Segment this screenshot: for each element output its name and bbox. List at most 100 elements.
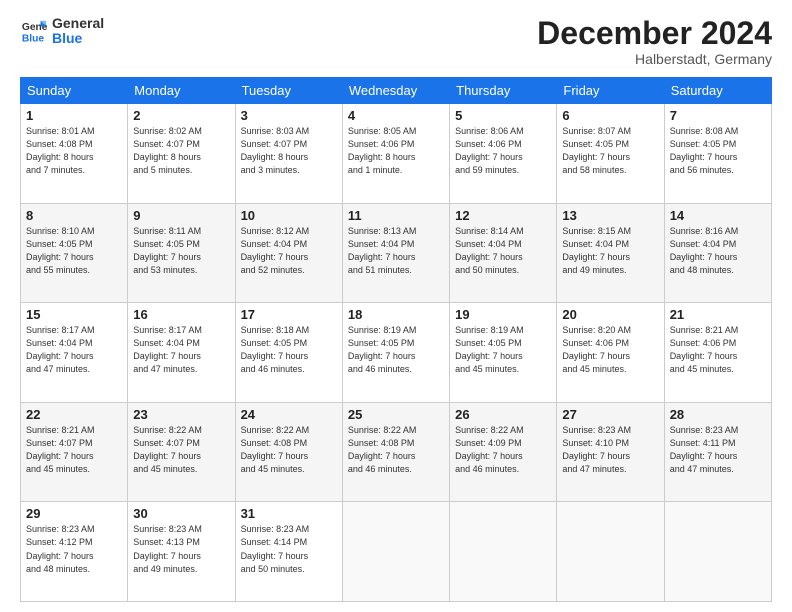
location: Halberstadt, Germany xyxy=(537,51,772,67)
logo: General Blue General Blue xyxy=(20,16,104,47)
calendar-cell: 8Sunrise: 8:10 AM Sunset: 4:05 PM Daylig… xyxy=(21,203,128,303)
calendar-header-row: SundayMondayTuesdayWednesdayThursdayFrid… xyxy=(21,78,772,104)
calendar-cell: 10 Sunrise: 8:12 AM Sunset: 4:04 PM Dayli… xyxy=(235,203,342,303)
calendar-cell: 14 Sunrise: 8:16 AM Sunset: 4:04 PM Dayli… xyxy=(664,203,771,303)
day-number: 9 xyxy=(133,208,229,223)
logo-blue: Blue xyxy=(52,31,104,46)
day-info: Sunrise: 8:15 AM Sunset: 4:04 PM Dayligh… xyxy=(562,225,658,277)
day-number: 12 xyxy=(455,208,551,223)
svg-text:Blue: Blue xyxy=(22,34,45,45)
day-info: Sunrise: 8:16 AM Sunset: 4:04 PM Dayligh… xyxy=(670,225,766,277)
day-info: Sunrise: 8:12 AM Sunset: 4:04 PM Dayligh… xyxy=(241,225,337,277)
day-info: Sunrise: 8:07 AM Sunset: 4:05 PM Dayligh… xyxy=(562,125,658,177)
day-info: Sunrise: 8:06 AM Sunset: 4:06 PM Dayligh… xyxy=(455,125,551,177)
calendar-header-saturday: Saturday xyxy=(664,78,771,104)
day-info: Sunrise: 8:02 AM Sunset: 4:07 PM Dayligh… xyxy=(133,125,229,177)
calendar-cell: 2 Sunrise: 8:02 AM Sunset: 4:07 PM Daylig… xyxy=(128,104,235,204)
day-number: 30 xyxy=(133,506,229,521)
day-info: Sunrise: 8:20 AM Sunset: 4:06 PM Dayligh… xyxy=(562,324,658,376)
day-number: 17 xyxy=(241,307,337,322)
day-number: 26 xyxy=(455,407,551,422)
day-number: 6 xyxy=(562,108,658,123)
day-number: 18 xyxy=(348,307,444,322)
day-number: 13 xyxy=(562,208,658,223)
calendar-cell: 1 Sunrise: 8:01 AM Sunset: 4:08 PM Daylig… xyxy=(21,104,128,204)
calendar-cell xyxy=(557,502,664,602)
day-number: 31 xyxy=(241,506,337,521)
day-number: 20 xyxy=(562,307,658,322)
day-number: 21 xyxy=(670,307,766,322)
day-number: 10 xyxy=(241,208,337,223)
day-info: Sunrise: 8:17 AM Sunset: 4:04 PM Dayligh… xyxy=(133,324,229,376)
day-number: 23 xyxy=(133,407,229,422)
day-info: Sunrise: 8:23 AM Sunset: 4:14 PM Dayligh… xyxy=(241,523,337,575)
calendar-header-friday: Friday xyxy=(557,78,664,104)
day-number: 5 xyxy=(455,108,551,123)
calendar-cell xyxy=(664,502,771,602)
day-info: Sunrise: 8:18 AM Sunset: 4:05 PM Dayligh… xyxy=(241,324,337,376)
calendar-cell: 20 Sunrise: 8:20 AM Sunset: 4:06 PM Dayli… xyxy=(557,303,664,403)
calendar-cell: 6 Sunrise: 8:07 AM Sunset: 4:05 PM Daylig… xyxy=(557,104,664,204)
day-info: Sunrise: 8:13 AM Sunset: 4:04 PM Dayligh… xyxy=(348,225,444,277)
day-number: 19 xyxy=(455,307,551,322)
day-number: 27 xyxy=(562,407,658,422)
day-info: Sunrise: 8:22 AM Sunset: 4:09 PM Dayligh… xyxy=(455,424,551,476)
calendar-cell: 19 Sunrise: 8:19 AM Sunset: 4:05 PM Dayli… xyxy=(450,303,557,403)
calendar-cell: 17 Sunrise: 8:18 AM Sunset: 4:05 PM Dayli… xyxy=(235,303,342,403)
calendar-cell: 4Sunrise: 8:05 AM Sunset: 4:06 PM Daylig… xyxy=(342,104,449,204)
calendar-cell: 13 Sunrise: 8:15 AM Sunset: 4:04 PM Dayli… xyxy=(557,203,664,303)
day-info: Sunrise: 8:22 AM Sunset: 4:07 PM Dayligh… xyxy=(133,424,229,476)
calendar-cell xyxy=(342,502,449,602)
day-info: Sunrise: 8:03 AM Sunset: 4:07 PM Dayligh… xyxy=(241,125,337,177)
day-info: Sunrise: 8:22 AM Sunset: 4:08 PM Dayligh… xyxy=(241,424,337,476)
calendar-cell: 7Sunrise: 8:08 AM Sunset: 4:05 PM Daylig… xyxy=(664,104,771,204)
day-info: Sunrise: 8:23 AM Sunset: 4:12 PM Dayligh… xyxy=(26,523,122,575)
day-info: Sunrise: 8:23 AM Sunset: 4:13 PM Dayligh… xyxy=(133,523,229,575)
calendar-cell xyxy=(450,502,557,602)
day-info: Sunrise: 8:10 AM Sunset: 4:05 PM Dayligh… xyxy=(26,225,122,277)
calendar-cell: 30 Sunrise: 8:23 AM Sunset: 4:13 PM Dayli… xyxy=(128,502,235,602)
day-number: 2 xyxy=(133,108,229,123)
day-number: 28 xyxy=(670,407,766,422)
calendar-cell: 15Sunrise: 8:17 AM Sunset: 4:04 PM Dayli… xyxy=(21,303,128,403)
day-number: 11 xyxy=(348,208,444,223)
calendar-header-tuesday: Tuesday xyxy=(235,78,342,104)
calendar-cell: 28 Sunrise: 8:23 AM Sunset: 4:11 PM Dayli… xyxy=(664,402,771,502)
calendar-header-thursday: Thursday xyxy=(450,78,557,104)
calendar-cell: 18 Sunrise: 8:19 AM Sunset: 4:05 PM Dayli… xyxy=(342,303,449,403)
calendar-cell: 26 Sunrise: 8:22 AM Sunset: 4:09 PM Dayli… xyxy=(450,402,557,502)
day-number: 1 xyxy=(26,108,122,123)
calendar-cell: 11 Sunrise: 8:13 AM Sunset: 4:04 PM Dayli… xyxy=(342,203,449,303)
calendar-cell: 5 Sunrise: 8:06 AM Sunset: 4:06 PM Daylig… xyxy=(450,104,557,204)
calendar-header-sunday: Sunday xyxy=(21,78,128,104)
day-info: Sunrise: 8:01 AM Sunset: 4:08 PM Dayligh… xyxy=(26,125,122,177)
day-number: 4 xyxy=(348,108,444,123)
calendar-week-1: 1 Sunrise: 8:01 AM Sunset: 4:08 PM Daylig… xyxy=(21,104,772,204)
day-info: Sunrise: 8:11 AM Sunset: 4:05 PM Dayligh… xyxy=(133,225,229,277)
calendar-cell: 23 Sunrise: 8:22 AM Sunset: 4:07 PM Dayli… xyxy=(128,402,235,502)
calendar-cell: 29 Sunrise: 8:23 AM Sunset: 4:12 PM Dayli… xyxy=(21,502,128,602)
day-info: Sunrise: 8:23 AM Sunset: 4:11 PM Dayligh… xyxy=(670,424,766,476)
day-info: Sunrise: 8:19 AM Sunset: 4:05 PM Dayligh… xyxy=(455,324,551,376)
calendar-cell: 9 Sunrise: 8:11 AM Sunset: 4:05 PM Daylig… xyxy=(128,203,235,303)
day-number: 16 xyxy=(133,307,229,322)
day-number: 3 xyxy=(241,108,337,123)
day-info: Sunrise: 8:21 AM Sunset: 4:07 PM Dayligh… xyxy=(26,424,122,476)
calendar-week-4: 22Sunrise: 8:21 AM Sunset: 4:07 PM Dayli… xyxy=(21,402,772,502)
day-info: Sunrise: 8:17 AM Sunset: 4:04 PM Dayligh… xyxy=(26,324,122,376)
calendar-header-monday: Monday xyxy=(128,78,235,104)
logo-icon: General Blue xyxy=(20,17,48,45)
calendar-cell: 27 Sunrise: 8:23 AM Sunset: 4:10 PM Dayli… xyxy=(557,402,664,502)
day-info: Sunrise: 8:19 AM Sunset: 4:05 PM Dayligh… xyxy=(348,324,444,376)
calendar-header-wednesday: Wednesday xyxy=(342,78,449,104)
calendar-cell: 22Sunrise: 8:21 AM Sunset: 4:07 PM Dayli… xyxy=(21,402,128,502)
page: General Blue General Blue December 2024 … xyxy=(0,0,792,612)
calendar-cell: 25Sunrise: 8:22 AM Sunset: 4:08 PM Dayli… xyxy=(342,402,449,502)
day-number: 24 xyxy=(241,407,337,422)
day-info: Sunrise: 8:23 AM Sunset: 4:10 PM Dayligh… xyxy=(562,424,658,476)
calendar-cell: 12Sunrise: 8:14 AM Sunset: 4:04 PM Dayli… xyxy=(450,203,557,303)
day-number: 7 xyxy=(670,108,766,123)
day-number: 14 xyxy=(670,208,766,223)
day-number: 29 xyxy=(26,506,122,521)
calendar-week-3: 15Sunrise: 8:17 AM Sunset: 4:04 PM Dayli… xyxy=(21,303,772,403)
